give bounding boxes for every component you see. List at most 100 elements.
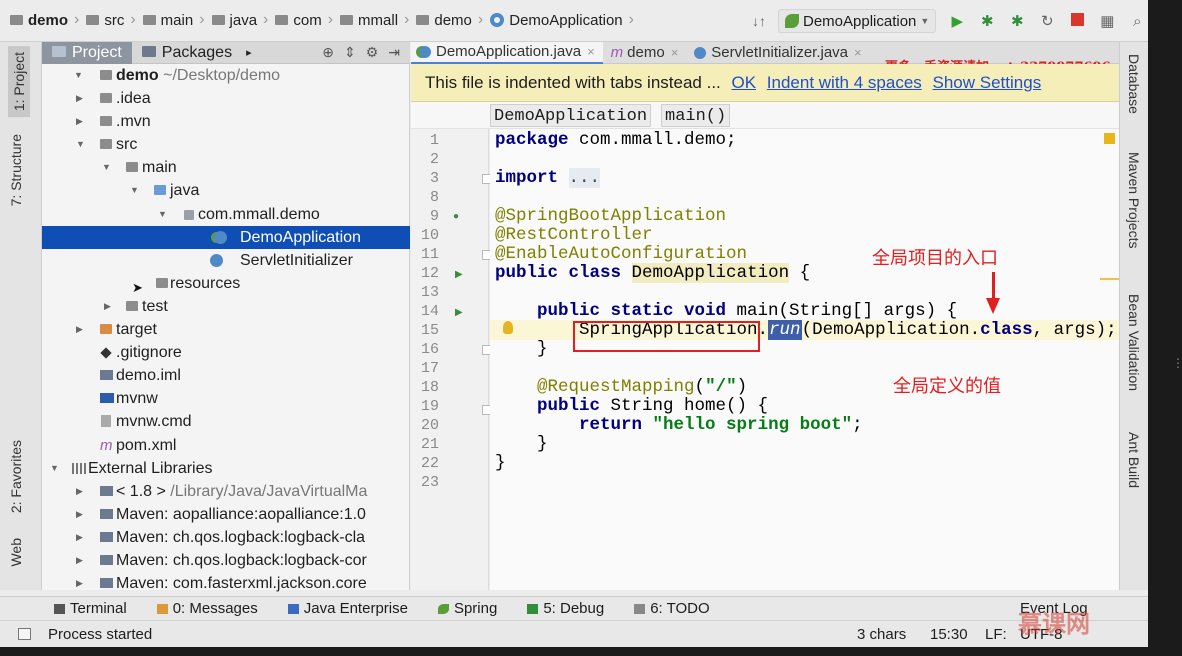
scroll-from-source-icon[interactable]: ⊕ xyxy=(322,44,334,61)
tree-item-demo[interactable]: ▼ demo ~/Desktop/demo xyxy=(42,64,410,87)
project-structure-icon[interactable]: ▦ xyxy=(1098,12,1116,30)
breadcrumb-class[interactable]: DemoApplication xyxy=(490,104,652,127)
tab-packages[interactable]: Packages xyxy=(132,42,242,64)
tool-tab-maven-projects[interactable]: Maven Projects xyxy=(1126,152,1142,248)
tree-item-src[interactable]: ▼ src xyxy=(42,133,410,156)
tree-item-jdk[interactable]: ▶ < 1.8 > /Library/Java/JavaVirtualMa xyxy=(42,480,410,503)
tree-item-logback-classic[interactable]: ▶ Maven: ch.qos.logback:logback-cla xyxy=(42,526,410,549)
warning-marker-icon[interactable] xyxy=(1104,133,1115,144)
tool-tab-favorites[interactable]: 2: Favorites xyxy=(8,440,24,513)
crumb-java[interactable]: java › xyxy=(211,11,276,29)
run-icon[interactable]: ▶ xyxy=(948,12,966,30)
crumb-com[interactable]: com › xyxy=(275,11,340,29)
tab-demo-pom[interactable]: m demo × xyxy=(603,42,687,64)
java-enterprise-icon xyxy=(287,604,299,614)
tree-item-external-libraries[interactable]: ▼ External Libraries xyxy=(42,457,410,480)
folder-icon xyxy=(126,162,138,173)
tree-item-resources[interactable]: resources xyxy=(42,272,410,295)
profile-icon[interactable]: ↻ xyxy=(1038,12,1056,30)
debug-icon xyxy=(527,604,539,614)
tree-item-package[interactable]: ▼ com.mmall.demo xyxy=(42,203,410,226)
tree-item-demoapplication[interactable]: DemoApplication xyxy=(42,225,410,249)
right-tool-strip: Database Maven Projects Bean Validation … xyxy=(1119,42,1148,590)
crumb-mmall[interactable]: mmall › xyxy=(340,11,416,29)
indent-with-spaces-link[interactable]: Indent with 4 spaces xyxy=(767,73,922,92)
tree-item-logback-core[interactable]: ▶ Maven: ch.qos.logback:logback-cor xyxy=(42,549,410,572)
error-stripe-marker[interactable] xyxy=(1100,278,1119,280)
tree-item-main[interactable]: ▼ main xyxy=(42,156,410,179)
project-tree: ▼ demo ~/Desktop/demo ▶ .idea ▶ .mvn ▼ src ▼… xyxy=(42,64,410,595)
crumb-demoapplication[interactable]: DemoApplication › xyxy=(490,11,641,29)
status-bar: Process started 3 chars 15:30 LF: UTF-8 xyxy=(0,620,1148,647)
hide-panel-icon[interactable]: ⇥ xyxy=(388,44,400,61)
folder-icon xyxy=(142,15,156,25)
line-number: 23 xyxy=(420,474,439,491)
line-separator[interactable]: LF: xyxy=(985,621,1007,647)
tree-item-servletinitializer[interactable]: ServletInitializer xyxy=(42,249,410,272)
run-gutter-icon[interactable]: ▶ xyxy=(455,307,463,318)
tool-terminal[interactable]: Terminal xyxy=(54,600,127,617)
tree-item-demo-iml[interactable]: demo.iml xyxy=(42,364,410,387)
close-icon[interactable]: × xyxy=(587,41,595,63)
build-icon[interactable]: ↓↑ xyxy=(752,13,766,29)
lightbulb-icon[interactable] xyxy=(503,321,513,334)
gear-icon[interactable]: ⚙ xyxy=(366,44,379,61)
collapse-all-icon[interactable]: ⇕ xyxy=(344,44,356,61)
tab-servletinitializer-java[interactable]: ServletInitializer.java × xyxy=(686,42,869,64)
caret-position[interactable]: 15:30 xyxy=(930,621,968,647)
folder-icon xyxy=(100,93,112,104)
tree-item-mvnw[interactable]: mvnw xyxy=(42,387,410,410)
tool-tab-structure[interactable]: 7: Structure xyxy=(8,134,24,206)
debug-icon[interactable]: ✱ xyxy=(978,12,996,30)
coverage-icon[interactable]: ✱ xyxy=(1008,12,1026,30)
code-editor[interactable]: package com.mmall.demo; import ... @Spri… xyxy=(490,129,1119,590)
tree-item-mvn[interactable]: ▶ .mvn xyxy=(42,110,410,133)
tab-demoapplication-java[interactable]: DemoApplication.java × xyxy=(411,41,603,64)
spring-bean-gutter-icon[interactable]: ● xyxy=(453,211,459,222)
project-icon xyxy=(52,45,66,57)
tool-spring[interactable]: Spring xyxy=(437,600,497,617)
tool-java-enterprise[interactable]: Java Enterprise xyxy=(287,600,408,617)
tab-project[interactable]: Project xyxy=(42,41,132,64)
crumb-src[interactable]: src › xyxy=(86,11,142,29)
show-settings-link[interactable]: Show Settings xyxy=(933,73,1042,92)
code-line: return "hello spring boot"; xyxy=(579,415,863,435)
tool-tab-ant-build[interactable]: Ant Build xyxy=(1126,432,1142,488)
resources-folder-icon xyxy=(156,277,168,288)
tool-tab-project[interactable]: 1: Project xyxy=(8,46,30,118)
tool-tab-bean-validation[interactable]: Bean Validation xyxy=(1126,294,1142,391)
ok-link[interactable]: OK xyxy=(732,73,757,92)
code-line: } xyxy=(495,339,548,359)
stop-button[interactable] xyxy=(1068,12,1086,30)
breadcrumb-method[interactable]: main() xyxy=(661,104,731,127)
close-icon[interactable]: × xyxy=(671,42,679,64)
tool-debug[interactable]: 5: Debug xyxy=(527,600,604,617)
tree-item-gitignore[interactable]: .gitignore xyxy=(42,341,410,364)
close-icon[interactable]: × xyxy=(854,42,862,64)
class-icon xyxy=(490,13,505,27)
line-number: 12 xyxy=(420,265,439,282)
crumb-main[interactable]: main › xyxy=(142,11,212,29)
tree-item-idea[interactable]: ▶ .idea xyxy=(42,87,410,110)
tree-item-jackson-core[interactable]: ▶ Maven: com.fasterxml.jackson.core xyxy=(42,572,410,595)
line-number: 9 xyxy=(429,208,439,225)
crumb-demo[interactable]: demo › xyxy=(10,11,86,29)
search-icon[interactable]: ⌕ xyxy=(1128,13,1146,30)
library-jar-icon xyxy=(100,508,113,519)
tool-windows-toggle-icon[interactable] xyxy=(18,628,31,640)
tree-item-target[interactable]: ▶ target xyxy=(42,318,410,341)
tree-item-aopalliance[interactable]: ▶ Maven: aopalliance:aopalliance:1.0 xyxy=(42,503,410,526)
run-gutter-icon[interactable]: ▶ xyxy=(455,269,463,280)
project-panel: Project Packages ▸ ⊕ ⇕ ⚙ ⇥ ▼ demo ~/Deskt… xyxy=(42,41,410,592)
tool-tab-database[interactable]: Database xyxy=(1126,54,1142,114)
tree-item-test[interactable]: ▶ test xyxy=(42,295,410,318)
tree-item-java[interactable]: ▼ java xyxy=(42,179,410,202)
tool-tab-web[interactable]: Web xyxy=(8,538,24,567)
tool-todo[interactable]: 6: TODO xyxy=(634,600,710,617)
tool-messages[interactable]: 0: Messages xyxy=(156,600,258,617)
run-configuration-select[interactable]: DemoApplication ▼ xyxy=(778,9,937,33)
tree-item-mvnw-cmd[interactable]: mvnw.cmd xyxy=(42,410,410,433)
more-tabs-icon[interactable]: ▸ xyxy=(242,42,256,64)
crumb-demo-package[interactable]: demo › xyxy=(416,11,490,29)
tree-item-pom[interactable]: m pom.xml xyxy=(42,434,410,457)
